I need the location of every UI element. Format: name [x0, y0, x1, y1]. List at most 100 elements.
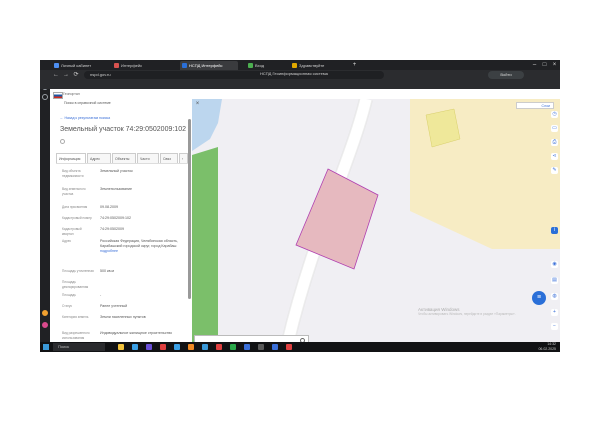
- chrome-icon[interactable]: [272, 344, 278, 350]
- map-canvas[interactable]: [192, 99, 560, 342]
- browser-sidebar: [40, 60, 50, 342]
- map-toolbar: ◷ ▭ ⎙ ⋖ ✎ i ◉ ▤ ◍ + −: [549, 111, 560, 331]
- location-icon[interactable]: ◉: [551, 261, 558, 268]
- close-window-button[interactable]: ×: [550, 60, 559, 70]
- prop-value: Землепользование: [100, 187, 133, 191]
- page-content: Геопортал Поиск в справочной системе ← Н…: [50, 89, 560, 342]
- windows-taskbar: Поиск 14:32 06.02.2025: [40, 342, 560, 352]
- russia-flag-icon: [53, 92, 63, 99]
- tab-label: Вход: [255, 63, 265, 68]
- app-icon[interactable]: [160, 344, 166, 350]
- tab-1[interactable]: Интерфейс: [112, 61, 170, 70]
- tab-favicon: [248, 63, 253, 68]
- taskbar-search[interactable]: Поиск: [53, 343, 105, 351]
- back-to-results-link[interactable]: ← Назад к результатам поиска: [60, 116, 110, 120]
- print-icon[interactable]: ⎙: [551, 139, 558, 146]
- prop-value: Российская Федерация, Челябинская област…: [100, 239, 186, 254]
- prop-label: Категория земель: [62, 315, 89, 319]
- system-tray[interactable]: 14:32 06.02.2025: [538, 342, 556, 352]
- back-arrow-icon[interactable]: ←: [52, 71, 60, 80]
- file-explorer-icon[interactable]: [118, 344, 124, 350]
- tab-label: Личный кабинет: [61, 63, 92, 68]
- zoom-in-icon[interactable]: +: [551, 309, 558, 316]
- sign-in-button[interactable]: Войти: [488, 71, 524, 79]
- prop-value: Ранее учтенный: [100, 304, 128, 308]
- prop-label: Кадастровый квартал: [62, 227, 82, 236]
- bookmarks-bar: [40, 81, 560, 89]
- yandex-icon[interactable]: [216, 344, 222, 350]
- info-tool-icon[interactable]: i: [551, 227, 558, 234]
- panel-tabs: Информация Адрес Объекты Части Связ ›: [56, 153, 188, 164]
- edge-icon[interactable]: [132, 344, 138, 350]
- prop-value: 500 кв.м: [100, 269, 114, 273]
- tabs-next-arrow[interactable]: ›: [179, 153, 188, 163]
- page-title-text: НСПД Геоинформационная система: [260, 71, 328, 76]
- measure-icon[interactable]: ◷: [551, 111, 558, 118]
- prop-value: 09.08.2009: [100, 205, 118, 209]
- tab-parts[interactable]: Части: [137, 153, 159, 163]
- activation-subtitle: Чтобы активировать Windows, перейдите в …: [418, 312, 516, 316]
- office-icon[interactable]: [42, 310, 48, 316]
- tab-links[interactable]: Связ: [160, 153, 178, 163]
- prop-label: Площадь: [62, 293, 76, 297]
- opera-icon[interactable]: [286, 344, 292, 350]
- prop-label: Площадь декларированная: [62, 280, 89, 289]
- prop-label: Площадь уточненная: [62, 269, 94, 273]
- prop-label: Вид разрешенного использования: [62, 331, 90, 340]
- share-icon[interactable]: ⋖: [551, 153, 558, 160]
- word-icon[interactable]: [202, 344, 208, 350]
- search-icon[interactable]: [60, 139, 65, 144]
- collections-icon[interactable]: [42, 94, 48, 100]
- layers-icon[interactable]: ▤: [551, 277, 558, 284]
- tab-4[interactable]: Здравствуйте: [290, 61, 348, 70]
- address-text: Российская Федерация, Челябинская област…: [100, 239, 179, 248]
- reload-icon[interactable]: ⟳: [72, 71, 80, 80]
- site-nav-label[interactable]: Геопортал: [63, 89, 80, 99]
- tab-objects[interactable]: Объекты: [112, 153, 136, 163]
- shopping-icon[interactable]: [42, 322, 48, 328]
- prop-value: 74:29:0502009: [100, 227, 124, 231]
- compass-icon[interactable]: ◍: [551, 293, 558, 300]
- prop-value: Земли населенных пунктов: [100, 315, 146, 319]
- windows-activation-notice: Активация Windows Чтобы активировать Win…: [418, 307, 516, 316]
- minimize-button[interactable]: –: [530, 60, 539, 70]
- prop-label: Дата присвоения: [62, 205, 88, 209]
- maximize-button[interactable]: □: [540, 60, 549, 70]
- tab-address[interactable]: Адрес: [87, 153, 111, 163]
- prop-value: -: [100, 293, 102, 297]
- settings-icon[interactable]: [258, 344, 264, 350]
- tab-2[interactable]: НСПД Интерфейс: [180, 61, 238, 70]
- forest-area: [192, 147, 218, 342]
- telegram-icon[interactable]: [244, 344, 250, 350]
- url-input[interactable]: nspd.gov.ru: [84, 71, 384, 79]
- tab-0[interactable]: Личный кабинет: [52, 61, 110, 70]
- tab-favicon: [54, 63, 59, 68]
- firefox-icon[interactable]: [188, 344, 194, 350]
- close-icon[interactable]: ×: [194, 101, 201, 108]
- layers-button[interactable]: Слои: [516, 102, 554, 109]
- excel-icon[interactable]: [230, 344, 236, 350]
- tab-info[interactable]: Информация: [56, 153, 86, 163]
- prop-label: Адрес: [62, 239, 72, 243]
- tab-strip: Личный кабинет Интерфейс НСПД Интерфейс …: [40, 60, 560, 70]
- address-more-link[interactable]: подробнее: [100, 249, 118, 253]
- new-tab-button[interactable]: +: [350, 60, 359, 70]
- panel-scrollbar[interactable]: [188, 119, 191, 299]
- prop-label: Кадастровый номер: [62, 216, 92, 220]
- prop-label: Вид объекта недвижимости: [62, 169, 84, 178]
- zoom-out-icon[interactable]: −: [551, 323, 558, 330]
- mail-icon[interactable]: [174, 344, 180, 350]
- clock-date: 06.02.2025: [538, 347, 556, 351]
- folder-icon[interactable]: ▭: [551, 125, 558, 132]
- map-view[interactable]: × Слои ◷ ▭ ⎙ ⋖ ✎ i ◉ ▤ ◍ + − ≡ Активация…: [192, 99, 560, 342]
- teams-icon[interactable]: [146, 344, 152, 350]
- prop-value: 74:29:0502009:102: [100, 216, 131, 220]
- chat-icon[interactable]: ≡: [532, 291, 546, 305]
- parcel-title: Земельный участок 74:29:0502009:102: [60, 126, 186, 133]
- windows-start-icon[interactable]: [43, 344, 49, 350]
- address-search-box: [194, 335, 309, 342]
- prop-value: Земельный участок: [100, 169, 133, 173]
- forward-arrow-icon[interactable]: →: [62, 71, 70, 80]
- edit-icon[interactable]: ✎: [551, 167, 558, 174]
- screen: Личный кабинет Интерфейс НСПД Интерфейс …: [40, 60, 560, 352]
